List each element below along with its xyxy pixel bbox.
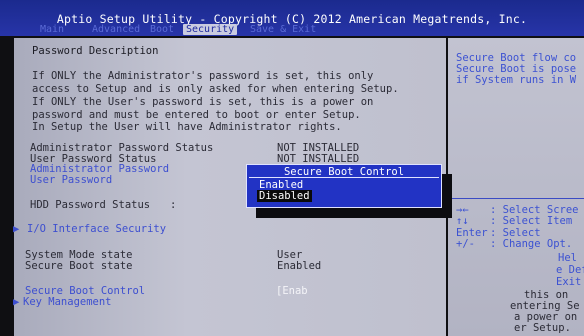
key-plus-minus-desc: : Change Opt. <box>490 238 573 250</box>
help-text-line: if System runs in W <box>456 74 577 86</box>
help-divider <box>448 198 584 199</box>
key-up-down: ↑↓ <box>456 215 469 227</box>
help-extra-line: e Def <box>556 264 584 276</box>
tab-security[interactable]: Security <box>183 24 238 35</box>
key-management-item[interactable]: Key Management <box>23 296 112 308</box>
hdd-password-status-label: HDD Password Status <box>30 199 151 211</box>
submenu-arrow-icon: ▶ <box>13 223 20 235</box>
secure-boot-control-popup[interactable]: Secure Boot Control Enabled Disabled <box>246 164 442 208</box>
secure-boot-control-value[interactable]: [Enab <box>276 285 308 297</box>
key-plus-minus: +/- <box>456 238 475 250</box>
description-line: If ONLY the Administrator's password is … <box>32 70 374 82</box>
help-extra-line: Hel <box>558 252 577 264</box>
key-up-down-desc: : Select Item <box>490 215 573 227</box>
description-line: access to Setup and is only asked for wh… <box>32 83 399 95</box>
submenu-arrow-icon: ▶ <box>13 296 20 308</box>
description-line: In Setup the User will have Administrato… <box>32 121 342 133</box>
description-line: If ONLY the User's password is set, this… <box>32 96 374 108</box>
tab-save-exit[interactable]: Save & Exit <box>250 24 316 35</box>
secure-boot-state-value: Enabled <box>277 260 322 272</box>
user-password-item[interactable]: User Password <box>30 174 112 186</box>
io-interface-security-item[interactable]: I/O Interface Security <box>27 223 166 235</box>
help-extra-line: er Setup. <box>514 322 571 334</box>
tab-advanced[interactable]: Advanced <box>92 24 140 35</box>
description-line: password and must be entered to boot or … <box>32 109 361 121</box>
popup-divider <box>249 177 439 178</box>
popup-option-disabled[interactable]: Disabled <box>257 190 312 202</box>
tab-main[interactable]: Main <box>40 24 64 35</box>
section-title: Password Description <box>32 45 159 57</box>
hdd-password-status-separator: : <box>170 199 177 211</box>
tab-boot[interactable]: Boot <box>150 24 174 35</box>
secure-boot-state-label: Secure Boot state <box>25 260 133 272</box>
help-extra-line: Exit <box>556 276 582 288</box>
